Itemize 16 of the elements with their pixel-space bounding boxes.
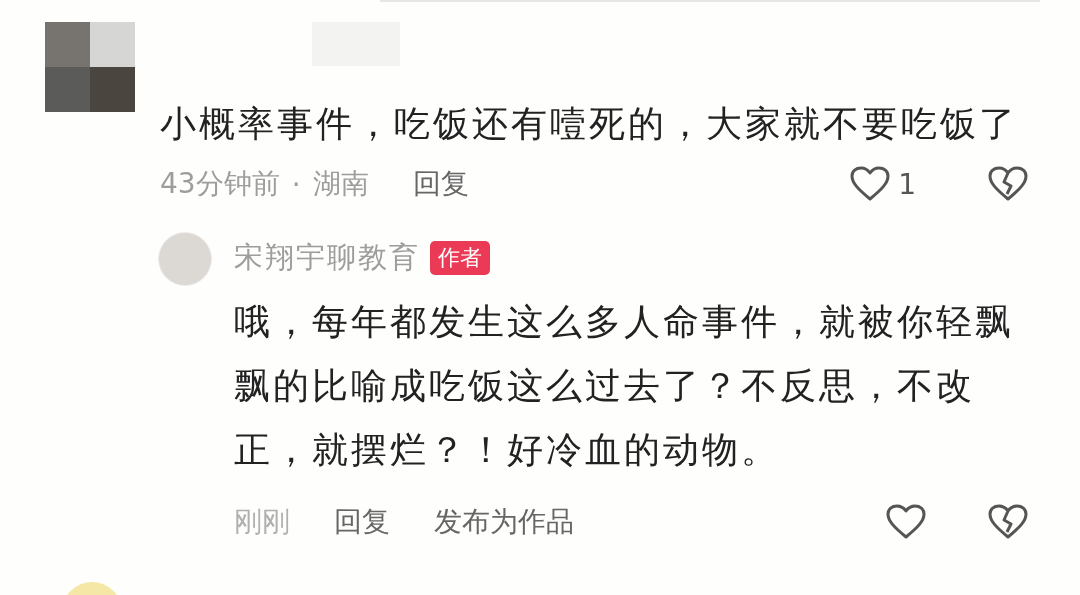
reply-time: 刚刚 (234, 504, 290, 540)
reply-action-link[interactable]: 发布为作品 (434, 503, 574, 541)
author-badge: 作者 (430, 241, 490, 275)
heart-icon[interactable] (850, 166, 891, 202)
broken-heart-icon[interactable] (988, 166, 1028, 202)
comment-time: 43分钟前 (160, 166, 280, 202)
reply-username: 宋翔宇聊教育 (234, 239, 420, 276)
reply-text: 哦，每年都发生这么多人命事件，就被你轻飘飘的比喻成吃饭这么过去了？不反思，不改正，就摆烂？！好冷血的动物。 (234, 300, 1015, 472)
heart-icon[interactable] (886, 504, 926, 540)
like-count: 1 (898, 167, 916, 201)
separator-dot: · (291, 167, 301, 201)
broken-heart-icon[interactable] (988, 504, 1028, 540)
comment-location: 湖南 (312, 166, 369, 202)
comment-text: 小概率事件，吃饭还有噎死的，大家就不要吃饭了 (160, 104, 1019, 144)
comment-action-link[interactable]: 回复 (412, 165, 469, 203)
reply-action-link[interactable]: 回复 (334, 503, 390, 541)
